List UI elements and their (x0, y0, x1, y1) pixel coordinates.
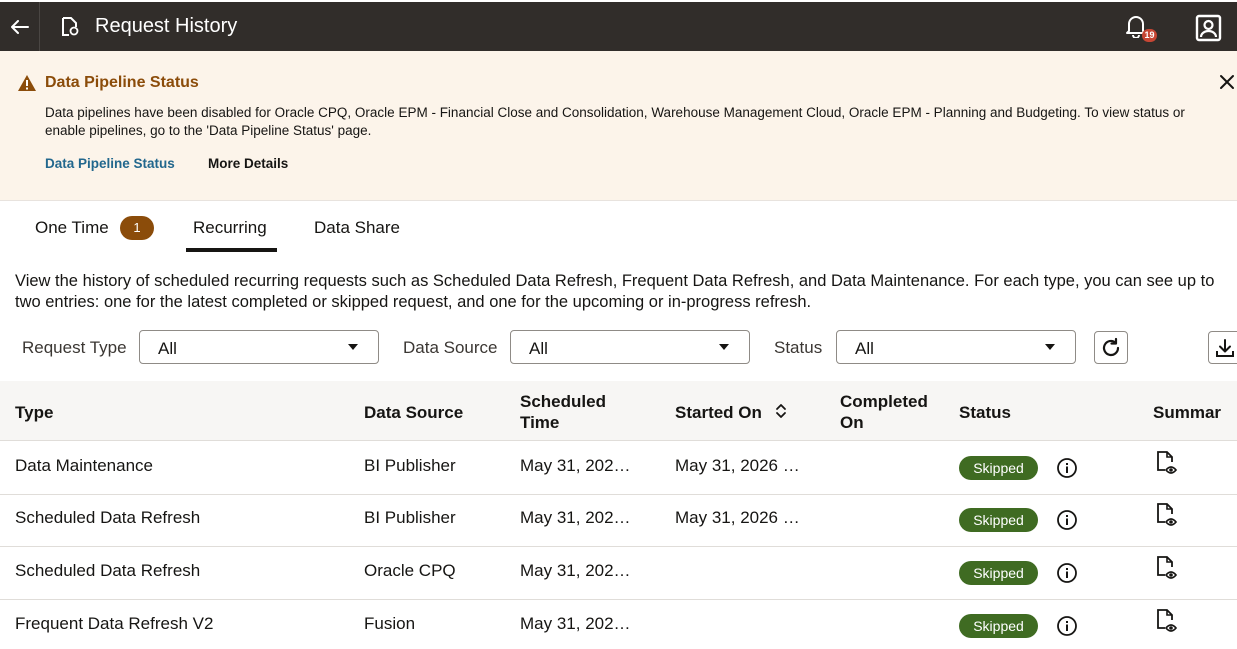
table-row[interactable]: Frequent Data Refresh V2 Fusion May 31, … (0, 600, 1237, 649)
request-tabs: One Time 1 Recurring Data Share (0, 202, 1237, 254)
tab-one-time[interactable]: One Time 1 (20, 202, 170, 252)
request-type-label: Request Type (22, 338, 127, 357)
column-header-line: Scheduled (520, 392, 606, 411)
status-badge: Skipped (959, 456, 1038, 480)
tab-data-share[interactable]: Data Share (300, 202, 415, 252)
back-button[interactable] (0, 2, 40, 51)
cell-data-source: BI Publisher (364, 456, 456, 475)
cell-type: Frequent Data Refresh V2 (15, 614, 214, 633)
data-source-value: All (529, 339, 548, 358)
column-header-type[interactable]: Type (15, 402, 53, 423)
status-info-button[interactable] (1056, 509, 1078, 531)
tab-label: One Time (35, 218, 109, 237)
cell-scheduled-time: May 31, 202… (520, 614, 631, 633)
document-view-icon (1157, 609, 1178, 632)
cell-started-on: May 31, 2026 … (675, 508, 800, 527)
notifications-button[interactable]: 19 (1122, 12, 1158, 44)
document-view-icon (1157, 556, 1178, 579)
warning-icon (18, 75, 36, 91)
column-header-line: Time (520, 413, 560, 432)
active-tab-indicator (186, 248, 277, 252)
status-badge: Skipped (959, 614, 1038, 638)
notification-count-badge: 19 (1142, 29, 1157, 42)
status-badge: Skipped (959, 508, 1038, 532)
status-info-button[interactable] (1056, 615, 1078, 637)
cell-type: Scheduled Data Refresh (15, 561, 201, 580)
status-value: All (855, 339, 874, 358)
more-details-link[interactable]: More Details (208, 156, 288, 171)
tab-label: Recurring (193, 218, 267, 237)
request-type-select[interactable]: All (139, 330, 379, 364)
document-view-icon (1157, 451, 1178, 474)
info-icon (1057, 458, 1077, 478)
refresh-button[interactable] (1094, 331, 1128, 364)
cell-scheduled-time: May 31, 202… (520, 508, 631, 527)
user-avatar-icon (1195, 14, 1222, 42)
download-button[interactable] (1208, 331, 1237, 364)
column-header-label: Started On (675, 403, 762, 422)
app-header: Request History 19 (0, 2, 1237, 51)
table-row[interactable]: Scheduled Data Refresh BI Publisher May … (0, 494, 1237, 547)
sort-icon (775, 404, 786, 418)
pipeline-status-banner: Data Pipeline Status Data pipelines have… (0, 51, 1237, 201)
column-header-started-on[interactable]: Started On (675, 402, 787, 423)
status-info-button[interactable] (1056, 457, 1078, 479)
cell-started-on: May 31, 2026 … (675, 456, 800, 475)
cell-data-source: BI Publisher (364, 508, 456, 527)
cell-scheduled-time: May 31, 202… (520, 456, 631, 475)
column-header-line: On (840, 413, 864, 432)
column-header-status[interactable]: Status (959, 402, 1011, 423)
view-summary-button[interactable] (1155, 450, 1181, 478)
chevron-down-icon (348, 344, 358, 350)
table-row[interactable]: Data Maintenance BI Publisher May 31, 20… (0, 442, 1237, 495)
banner-title: Data Pipeline Status (45, 74, 199, 91)
chevron-down-icon (719, 344, 729, 350)
column-header-summary[interactable]: Summar (1153, 402, 1221, 423)
info-icon (1057, 510, 1077, 530)
status-select[interactable]: All (836, 330, 1076, 364)
arrow-left-icon (10, 19, 29, 34)
data-source-label: Data Source (403, 338, 498, 357)
view-summary-button[interactable] (1155, 502, 1181, 530)
banner-close-button[interactable] (1216, 71, 1237, 93)
cell-data-source: Oracle CPQ (364, 561, 456, 580)
data-pipeline-status-link[interactable]: Data Pipeline Status (45, 156, 175, 171)
cell-data-source: Fusion (364, 614, 416, 633)
column-header-line: Completed (840, 392, 928, 411)
view-summary-button[interactable] (1155, 608, 1181, 636)
column-header-data-source[interactable]: Data Source (364, 402, 463, 423)
cell-type: Scheduled Data Refresh (15, 508, 201, 527)
tab-recurring[interactable]: Recurring (186, 202, 277, 252)
page-title: Request History (95, 15, 238, 37)
column-header-completed-on[interactable]: Completed On (840, 391, 928, 433)
status-label: Status (774, 338, 823, 357)
cell-scheduled-time: May 31, 202… (520, 561, 631, 580)
request-type-value: All (158, 339, 177, 358)
tab-count-badge: 1 (120, 216, 154, 240)
user-profile-button[interactable] (1195, 14, 1222, 42)
info-icon (1057, 616, 1077, 636)
data-source-select[interactable]: All (510, 330, 750, 364)
info-icon (1057, 563, 1077, 583)
column-header-scheduled-time[interactable]: Scheduled Time (520, 391, 606, 433)
view-summary-button[interactable] (1155, 555, 1181, 583)
chevron-down-icon (1045, 344, 1055, 350)
banner-message: Data pipelines have been disabled for Or… (45, 105, 1185, 138)
close-icon (1220, 75, 1234, 89)
download-icon (1216, 338, 1234, 357)
table-row[interactable]: Scheduled Data Refresh Oracle CPQ May 31… (0, 547, 1237, 600)
refresh-icon (1102, 337, 1120, 356)
tab-label: Data Share (314, 218, 400, 237)
page-description: View the history of scheduled recurring … (15, 272, 1215, 311)
cell-type: Data Maintenance (15, 456, 153, 475)
table-header: Type Data Source Scheduled Time Started … (0, 381, 1237, 441)
document-view-icon (1157, 503, 1178, 526)
status-info-button[interactable] (1056, 562, 1078, 584)
status-badge: Skipped (959, 561, 1038, 585)
document-history-icon (62, 17, 79, 36)
